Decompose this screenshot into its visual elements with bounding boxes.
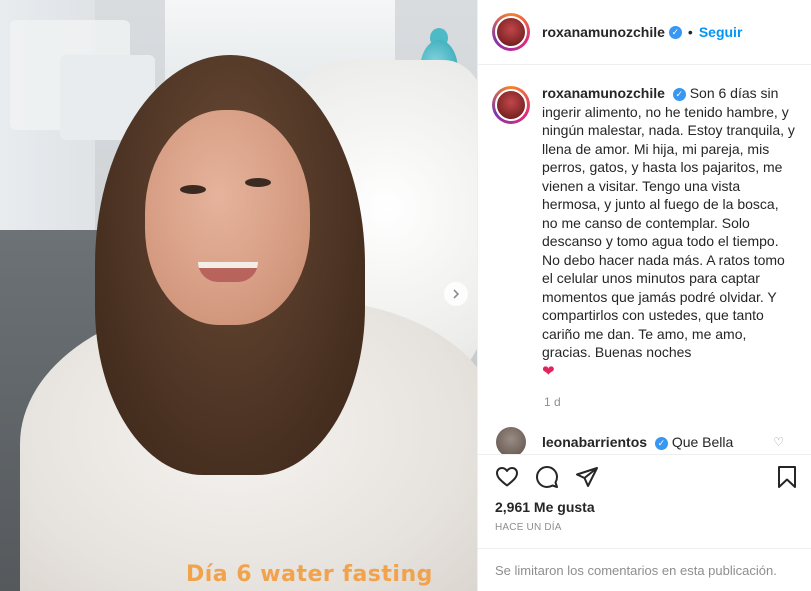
photo-eye-right bbox=[245, 178, 271, 187]
verified-badge-icon: ✓ bbox=[654, 436, 668, 450]
photo-eye-left bbox=[180, 185, 206, 194]
save-button[interactable] bbox=[774, 464, 800, 490]
next-photo-button[interactable] bbox=[444, 282, 468, 306]
likes-count[interactable]: 2,961 Me gusta bbox=[495, 499, 595, 515]
heart-icon bbox=[496, 467, 518, 487]
author-avatar[interactable] bbox=[495, 16, 527, 48]
caption-row: roxanamunozchile ✓ Son 6 días sin ingeri… bbox=[492, 84, 798, 381]
comments-limited-notice: Se limitaron los comentarios en esta pub… bbox=[478, 548, 811, 591]
header-separator: • bbox=[687, 24, 693, 40]
post-header: roxanamunozchile ✓ • Seguir bbox=[478, 0, 811, 65]
share-icon bbox=[576, 467, 598, 487]
like-button[interactable] bbox=[494, 464, 520, 490]
caption-body: Son 6 días sin ingerir alimento, no he t… bbox=[542, 85, 795, 360]
post-side-panel: roxanamunozchile ✓ • Seguir roxanamunozc… bbox=[477, 0, 811, 591]
author-username[interactable]: roxanamunozchile bbox=[542, 24, 665, 40]
caption-avatar-ring[interactable] bbox=[492, 86, 530, 124]
comment-button[interactable] bbox=[534, 464, 560, 490]
caption-avatar[interactable] bbox=[495, 89, 527, 121]
share-button[interactable] bbox=[574, 464, 600, 490]
photo-face bbox=[145, 110, 310, 325]
posted-time[interactable]: HACE UN DÍA bbox=[495, 522, 562, 533]
comment-icon bbox=[536, 466, 558, 488]
comment-body: Que Bella bbox=[671, 434, 734, 450]
bookmark-icon bbox=[778, 466, 796, 488]
commenter-username[interactable]: leonabarrientos bbox=[542, 434, 647, 450]
chevron-right-icon bbox=[453, 289, 460, 299]
caption-time-ago[interactable]: 1 d bbox=[544, 395, 798, 409]
caption-text-block: roxanamunozchile ✓ Son 6 días sin ingeri… bbox=[542, 84, 798, 381]
heart-emoji: ❤ bbox=[542, 362, 555, 380]
comment-text: leonabarrientos ✓ Que Bella bbox=[542, 434, 733, 450]
comments-section[interactable]: roxanamunozchile ✓ Son 6 días sin ingeri… bbox=[478, 66, 811, 454]
photo-overlay-caption: Día 6 water fasting bbox=[186, 562, 433, 587]
follow-button[interactable]: Seguir bbox=[699, 24, 743, 40]
post-photo[interactable]: Día 6 water fasting bbox=[0, 0, 477, 591]
commenter-avatar[interactable] bbox=[496, 427, 526, 454]
verified-badge-icon: ✓ bbox=[668, 25, 682, 39]
verified-badge-icon: ✓ bbox=[672, 87, 686, 101]
author-avatar-ring[interactable] bbox=[492, 13, 530, 51]
caption-username[interactable]: roxanamunozchile bbox=[542, 85, 665, 101]
comment-row: leonabarrientos ✓ Que Bella ♡ bbox=[492, 427, 798, 454]
comment-like-icon[interactable]: ♡ bbox=[773, 435, 784, 449]
